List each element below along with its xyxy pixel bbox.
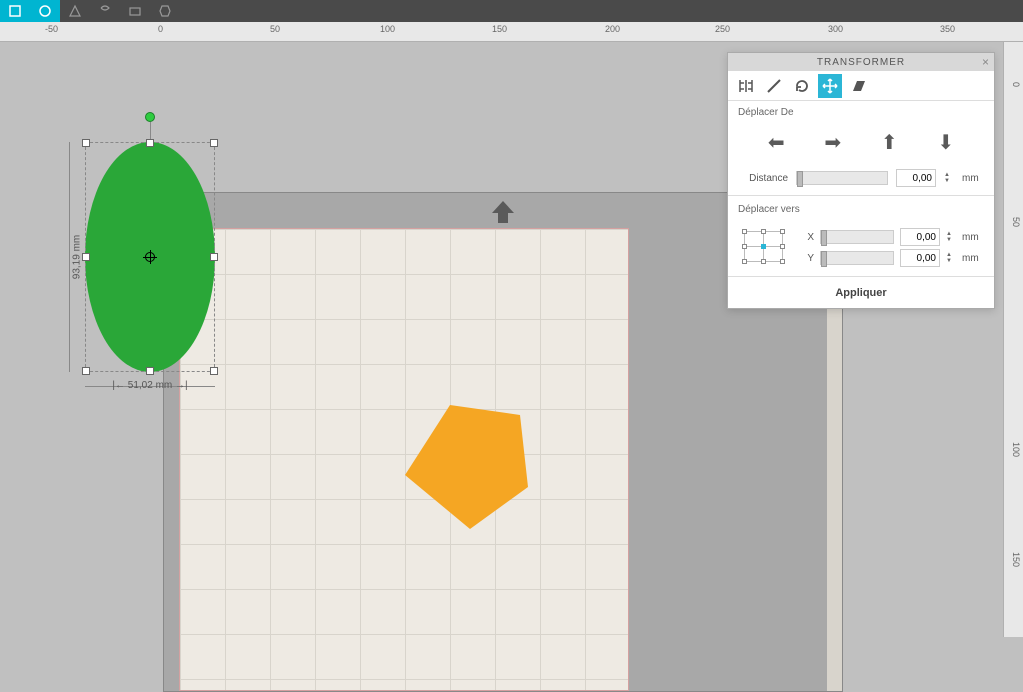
toolbar-button-1[interactable] [0,0,30,22]
y-unit: mm [962,253,984,264]
ruler-tick: -50 [45,24,58,34]
y-spinner[interactable]: ▲▼ [946,252,956,264]
anchor-br[interactable] [780,259,785,264]
resize-handle-br[interactable] [210,367,218,375]
ruler-horizontal: -50 0 50 100 150 200 250 300 350 [0,22,1023,42]
transform-panel: TRANSFORMER × Déplacer De ⬅ ➡ ⬆ ⬇ Distan… [727,52,995,309]
x-row: X ▲▼ mm [802,228,984,246]
distance-slider[interactable] [796,171,888,185]
anchor-diagram[interactable] [740,227,786,267]
x-input[interactable] [900,228,940,246]
section-move-by: Déplacer De [728,101,994,122]
anchor-center[interactable] [761,244,766,249]
ruler-tick: 350 [940,24,955,34]
ruler-tick: 100 [380,24,395,34]
y-input[interactable] [900,249,940,267]
arrow-up-icon[interactable]: ⬆ [881,130,898,155]
toolbar-button-2[interactable] [30,0,60,22]
tab-move[interactable] [818,74,842,98]
ruler-tick: 200 [605,24,620,34]
x-spinner[interactable]: ▲▼ [946,231,956,243]
dimension-width: |← 51,02 mm →| [85,377,215,395]
distance-spinner[interactable]: ▲▼ [944,172,954,184]
y-label: Y [802,253,814,264]
distance-label: Distance [738,173,788,184]
anchor-tm[interactable] [761,229,766,234]
anchor-tr[interactable] [780,229,785,234]
move-to-row: X ▲▼ mm Y ▲▼ mm [728,219,994,276]
tab-align[interactable] [734,74,758,98]
panel-tabs [728,71,994,101]
resize-handle-mr[interactable] [210,253,218,261]
resize-handle-bl[interactable] [82,367,90,375]
resize-handle-bm[interactable] [146,367,154,375]
direction-arrows: ⬅ ➡ ⬆ ⬇ [728,122,994,163]
ruler-tick: 100 [1011,442,1021,457]
anchor-ml[interactable] [742,244,747,249]
ruler-vertical: 0 50 100 150 [1003,42,1023,637]
resize-handle-tl[interactable] [82,139,90,147]
dimension-height-label: 93,19 mm [72,235,83,279]
x-unit: mm [962,232,984,243]
mat-up-arrow-icon [488,199,518,225]
ruler-tick: 250 [715,24,730,34]
selection-bounds [85,142,215,372]
section-move-to: Déplacer vers [728,198,994,219]
tab-rotate[interactable] [790,74,814,98]
toolbar-button-5[interactable] [120,0,150,22]
x-slider[interactable] [820,230,894,244]
panel-title: TRANSFORMER [817,57,905,68]
ruler-tick: 0 [1011,82,1021,87]
y-row: Y ▲▼ mm [802,249,984,267]
resize-handle-tm[interactable] [146,139,154,147]
tab-rotate-line[interactable] [762,74,786,98]
anchor-tl[interactable] [742,229,747,234]
arrow-down-icon[interactable]: ⬇ [937,130,954,155]
ruler-tick: 50 [270,24,280,34]
toolbar-button-4[interactable] [90,0,120,22]
ellipse-selection[interactable] [75,112,225,372]
tab-shear[interactable] [846,74,870,98]
ruler-tick: 0 [158,24,163,34]
top-toolbar [0,0,1023,22]
close-icon[interactable]: × [982,55,990,69]
distance-input[interactable] [896,169,936,187]
ruler-tick: 150 [492,24,507,34]
dimension-width-label: |← 51,02 mm →| [112,380,187,391]
toolbar-button-3[interactable] [60,0,90,22]
panel-header[interactable]: TRANSFORMER × [728,53,994,71]
arrow-left-icon[interactable]: ⬅ [768,130,785,155]
anchor-mr[interactable] [780,244,785,249]
pentagon-shape[interactable] [395,397,535,537]
resize-handle-tr[interactable] [210,139,218,147]
rotation-handle[interactable] [145,112,155,122]
ruler-tick: 150 [1011,552,1021,567]
distance-row: Distance ▲▼ mm [728,163,994,193]
resize-handle-ml[interactable] [82,253,90,261]
anchor-bl[interactable] [742,259,747,264]
distance-unit: mm [962,173,984,184]
ruler-tick: 50 [1011,217,1021,227]
ruler-tick: 300 [828,24,843,34]
anchor-bm[interactable] [761,259,766,264]
y-slider[interactable] [820,251,894,265]
x-label: X [802,232,814,243]
toolbar-button-6[interactable] [150,0,180,22]
dimension-height: 93,19 mm [60,142,78,372]
apply-button[interactable]: Appliquer [728,276,994,308]
arrow-right-icon[interactable]: ➡ [824,130,841,155]
